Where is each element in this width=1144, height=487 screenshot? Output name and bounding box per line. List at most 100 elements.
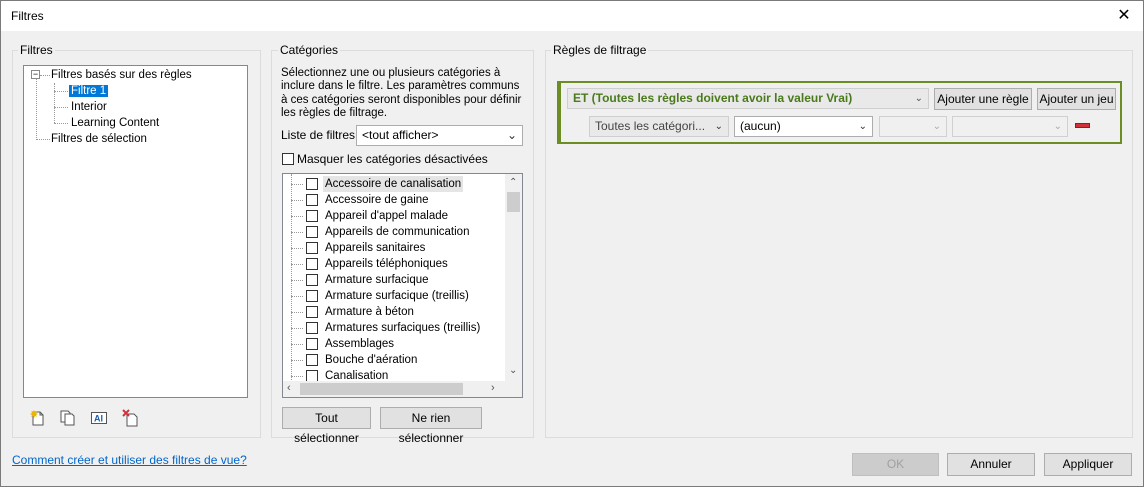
rule-logic-select[interactable]: ET (Toutes les règles doivent avoir la v… — [567, 88, 929, 109]
category-row[interactable]: Bouche d'aération — [283, 352, 503, 368]
category-label: Appareils de communication — [325, 226, 470, 238]
category-label: Armature à béton — [325, 306, 414, 318]
apply-button[interactable]: Appliquer — [1044, 453, 1132, 476]
category-checkbox[interactable] — [306, 258, 318, 270]
vertical-scrollbar[interactable]: ⌃ ⌄ — [505, 174, 522, 381]
category-label: Accessoire de canalisation — [323, 176, 464, 192]
tree-item-learning-content[interactable]: Learning Content — [71, 115, 159, 131]
category-row[interactable]: Accessoire de gaine — [283, 192, 503, 208]
category-row[interactable]: Armatures surfaciques (treillis) — [283, 320, 503, 336]
window-title: Filtres — [11, 9, 44, 23]
filter-list-select[interactable]: <tout afficher> ⌄ — [356, 125, 523, 146]
ok-button[interactable]: OK — [852, 453, 939, 476]
category-checkbox[interactable] — [306, 194, 318, 206]
tree-connector — [291, 360, 303, 361]
tree-connector — [291, 376, 303, 377]
select-none-button[interactable]: Ne rien sélectionner — [380, 407, 482, 445]
category-checkbox[interactable] — [306, 178, 318, 190]
category-row[interactable]: Assemblages — [283, 336, 503, 352]
categories-list[interactable]: Accessoire de canalisation Accessoire de … — [282, 173, 523, 398]
category-checkbox[interactable] — [306, 338, 318, 350]
tree-item-selection-filters[interactable]: Filtres de sélection — [51, 131, 147, 147]
expand-collapse-icon[interactable]: − — [31, 70, 40, 79]
rule-operator-select[interactable]: ⌄ — [879, 116, 947, 137]
filter-rules-group-label: Règles de filtrage — [551, 43, 649, 57]
tree-item-label: Filtres de sélection — [51, 133, 147, 145]
remove-rule-icon[interactable] — [1075, 123, 1090, 128]
category-checkbox[interactable] — [306, 226, 318, 238]
svg-text:AI: AI — [94, 414, 103, 424]
rule-parameter-value: (aucun) — [740, 119, 781, 133]
tree-connector — [291, 264, 303, 265]
rule-value-select[interactable]: ⌄ — [952, 116, 1068, 137]
scroll-down-icon[interactable]: ⌄ — [509, 365, 517, 376]
rule-category-value: Toutes les catégori... — [595, 119, 706, 133]
category-row[interactable]: Armature à béton — [283, 304, 503, 320]
categories-description: Sélectionnez une ou plusieurs catégories… — [281, 67, 522, 119]
tree-connector — [291, 344, 303, 345]
tree-connector — [291, 200, 303, 201]
tree-connector — [291, 184, 303, 185]
scroll-right-icon[interactable]: › — [491, 382, 495, 394]
category-checkbox[interactable] — [306, 242, 318, 254]
tree-connector — [291, 248, 303, 249]
category-row[interactable]: Appareils de communication — [283, 224, 503, 240]
add-set-button[interactable]: Ajouter un jeu — [1037, 88, 1116, 110]
category-label: Appareils téléphoniques — [325, 258, 448, 270]
rename-filter-icon[interactable]: AI — [90, 409, 108, 427]
title-bar: Filtres ✕ — [1, 1, 1143, 31]
scroll-thumb[interactable] — [507, 192, 520, 212]
filter-list-label: Liste de filtres: — [281, 128, 359, 142]
chevron-down-icon: ⌄ — [506, 128, 517, 142]
hide-unchecked-checkbox[interactable] — [282, 153, 294, 165]
category-row[interactable]: Armature surfacique — [283, 272, 503, 288]
category-checkbox[interactable] — [306, 290, 318, 302]
tree-item-label: Filtres basés sur des règles — [51, 69, 192, 81]
category-checkbox[interactable] — [306, 354, 318, 366]
new-filter-icon[interactable] — [29, 409, 47, 427]
category-row[interactable]: Accessoire de canalisation — [283, 176, 503, 192]
tree-connector — [291, 328, 303, 329]
rule-parameter-select[interactable]: (aucun) ⌄ — [734, 116, 873, 137]
category-row[interactable]: Armature surfacique (treillis) — [283, 288, 503, 304]
category-label: Appareils sanitaires — [325, 242, 426, 254]
category-checkbox[interactable] — [306, 306, 318, 318]
category-row[interactable]: Appareil d'appel malade — [283, 208, 503, 224]
tree-item-rule-based-filters[interactable]: Filtres basés sur des règles — [51, 67, 192, 83]
category-label: Accessoire de gaine — [325, 194, 429, 206]
tree-connector — [291, 296, 303, 297]
rule-logic-value: ET (Toutes les règles doivent avoir la v… — [573, 91, 853, 105]
category-checkbox[interactable] — [306, 210, 318, 222]
category-label: Assemblages — [325, 338, 395, 350]
chevron-down-icon: ⌄ — [932, 121, 941, 132]
cancel-button[interactable]: Annuler — [947, 453, 1035, 476]
duplicate-filter-icon[interactable] — [59, 409, 77, 427]
hide-unchecked-label[interactable]: Masquer les catégories désactivées — [297, 152, 488, 166]
filters-group-label: Filtres — [18, 43, 55, 57]
help-link[interactable]: Comment créer et utiliser des filtres de… — [12, 453, 247, 467]
tree-item-filtre-1[interactable]: Filtre 1 — [69, 83, 109, 99]
select-all-button[interactable]: Tout sélectionner — [282, 407, 371, 445]
category-label: Armatures surfaciques (treillis) — [325, 322, 481, 334]
add-rule-button[interactable]: Ajouter une règle — [934, 88, 1032, 110]
category-row[interactable]: Appareils sanitaires — [283, 240, 503, 256]
scroll-up-icon[interactable]: ⌃ — [509, 177, 517, 188]
scroll-thumb-horizontal[interactable] — [300, 383, 463, 395]
tree-connector — [291, 312, 303, 313]
category-label: Bouche d'aération — [325, 354, 418, 366]
category-checkbox[interactable] — [306, 322, 318, 334]
close-icon[interactable]: ✕ — [1113, 5, 1135, 27]
tree-item-interior[interactable]: Interior — [71, 99, 107, 115]
delete-filter-icon[interactable] — [122, 409, 140, 427]
chevron-down-icon: ⌄ — [1053, 121, 1062, 132]
filters-tree[interactable]: − Filtres basés sur des règles Filtre 1 … — [23, 65, 248, 398]
chevron-down-icon: ⌄ — [858, 121, 867, 132]
scroll-left-icon[interactable]: ‹ — [287, 382, 291, 394]
category-label: Appareil d'appel malade — [325, 210, 449, 222]
categories-group-label: Catégories — [278, 43, 341, 57]
rule-category-select[interactable]: Toutes les catégori... ⌄ — [589, 116, 729, 137]
horizontal-scrollbar[interactable]: ‹ › — [283, 381, 522, 397]
category-row[interactable]: Appareils téléphoniques — [283, 256, 503, 272]
chevron-down-icon: ⌄ — [914, 93, 923, 104]
category-checkbox[interactable] — [306, 274, 318, 286]
